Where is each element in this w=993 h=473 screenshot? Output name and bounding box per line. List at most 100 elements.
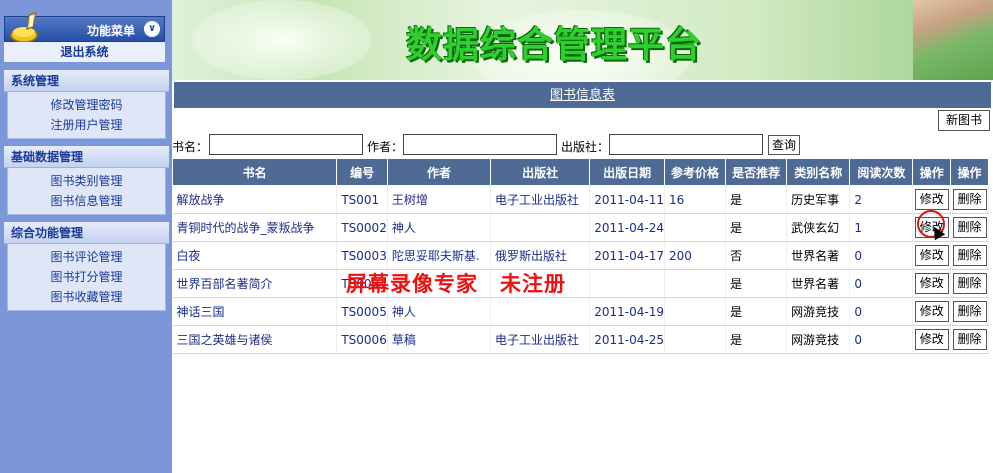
- section-body-functions: 图书评论管理 图书打分管理 图书收藏管理: [7, 244, 166, 311]
- sidebar-item-book-category[interactable]: 图书类别管理: [8, 171, 165, 191]
- search-author-label: 作者：: [367, 140, 404, 154]
- sidebar-item-user-management[interactable]: 注册用户管理: [8, 115, 165, 135]
- new-book-button[interactable]: 新图书: [938, 110, 990, 131]
- cell-reads: 1: [849, 213, 914, 242]
- edit-button[interactable]: 修改: [914, 189, 949, 210]
- banner-decoration: [192, 0, 372, 80]
- edit-button[interactable]: 修改: [914, 329, 949, 350]
- chevron-double-down-icon[interactable]: ∨: [144, 21, 160, 37]
- table-row: 白夜 TS0003 陀思妥耶夫斯基. 俄罗斯出版社 2011-04-17 200 否世界名著…: [172, 241, 989, 270]
- cell-recommended: 是: [725, 269, 788, 298]
- cell-price: [664, 297, 727, 326]
- table-title-bar: 图书信息表: [174, 82, 991, 108]
- col-header-recommended: 是否推荐: [725, 158, 788, 186]
- search-bar: 书名： 作者： 出版社： 查询: [172, 134, 993, 156]
- col-header-id: 编号: [336, 158, 388, 186]
- sidebar: 功能菜单 ∨ 退出系统 系统管理 修改管理密码 注册用户管理 基础数据管理 图书…: [0, 0, 172, 473]
- search-publisher-label: 出版社：: [561, 140, 610, 154]
- delete-button[interactable]: 删除: [952, 217, 987, 238]
- cell-name: 解放战争: [172, 185, 338, 214]
- cell-reads: 0: [849, 325, 914, 354]
- table-body: 解放战争 TS001 王树增 电子工业出版社 2011-04-11 16 是历史军事 2 修改删…: [172, 185, 989, 354]
- edit-button[interactable]: 修改: [914, 273, 949, 294]
- cell-price: 200: [664, 241, 727, 270]
- delete-button[interactable]: 删除: [952, 273, 987, 294]
- site-title: 数据综合管理平台: [406, 24, 703, 66]
- cell-date: 2011-04-17: [589, 241, 666, 270]
- cell-author: 草稿: [387, 325, 492, 354]
- cell-author: 陀思妥耶夫斯基.: [387, 241, 492, 270]
- delete-button-cell: 删除: [950, 325, 989, 354]
- sidebar-item-change-password[interactable]: 修改管理密码: [8, 95, 165, 115]
- table-row: 青铜时代的战争_蒙叛战争 TS0002 神人 2011-04-24 是武侠玄幻 1 修改 删除: [172, 213, 989, 242]
- col-header-category: 类别名称: [786, 158, 851, 186]
- cell-publisher: [490, 297, 591, 326]
- col-header-publisher: 出版社: [490, 158, 591, 186]
- cell-date: [589, 269, 666, 298]
- delete-button[interactable]: 删除: [952, 301, 987, 322]
- cell-name: 世界百部名著简介: [172, 269, 338, 298]
- cell-price: [664, 325, 727, 354]
- col-header-reads: 阅读次数: [849, 158, 914, 186]
- cell-recommended: 是: [725, 297, 788, 326]
- sidebar-item-book-favorites[interactable]: 图书收藏管理: [8, 287, 165, 307]
- cell-category: 武侠玄幻: [786, 213, 851, 242]
- cell-id: TS0005: [336, 297, 388, 326]
- cell-name: 三国之英雄与诸侯: [172, 325, 338, 354]
- search-author-input[interactable]: [403, 134, 557, 155]
- search-publisher-input[interactable]: [609, 134, 763, 155]
- delete-button-cell: 删除: [950, 185, 989, 214]
- cell-name: 青铜时代的战争_蒙叛战争: [172, 213, 338, 242]
- cell-publisher: 俄罗斯出版社: [490, 241, 591, 270]
- delete-button[interactable]: 删除: [952, 329, 987, 350]
- delete-button-cell: 删除: [950, 241, 989, 270]
- watermark-text: 屏幕录像专家 未注册: [346, 271, 566, 296]
- cell-recommended: 是: [725, 213, 788, 242]
- table-header-row: 书名 编号 作者 出版社 出版日期 参考价格 是否推荐 类别名称 阅读次数 操作…: [171, 158, 989, 186]
- banner-photo: [913, 0, 993, 80]
- delete-button[interactable]: 删除: [952, 189, 987, 210]
- sidebar-item-book-comments[interactable]: 图书评论管理: [8, 247, 165, 267]
- cell-date: 2011-04-19: [589, 297, 666, 326]
- col-header-author: 作者: [386, 158, 492, 186]
- menu-logo-icon: [10, 12, 38, 43]
- cell-category: 网游竞技: [786, 325, 851, 354]
- cell-reads: 0: [849, 241, 914, 270]
- cell-category: 世界名著: [786, 241, 851, 270]
- edit-button[interactable]: 修改: [914, 301, 949, 322]
- table-row: 解放战争 TS001 王树增 电子工业出版社 2011-04-11 16 是历史军事 2 修改删…: [172, 185, 989, 214]
- section-functions: 综合功能管理 图书评论管理 图书打分管理 图书收藏管理: [4, 222, 169, 311]
- cell-category: 网游竞技: [786, 297, 851, 326]
- delete-button[interactable]: 删除: [952, 245, 987, 266]
- cell-author: 神人: [387, 297, 492, 326]
- section-body-system: 修改管理密码 注册用户管理: [7, 92, 166, 139]
- menu-header[interactable]: 功能菜单 ∨: [4, 12, 165, 43]
- logout-link[interactable]: 退出系统: [4, 42, 165, 62]
- cell-reads: 2: [849, 185, 914, 214]
- cell-id: TS001: [336, 185, 388, 214]
- edit-button[interactable]: 修改: [914, 245, 949, 266]
- cell-price: [664, 213, 727, 242]
- delete-button-cell: 删除: [950, 213, 989, 242]
- cell-recommended: 是: [725, 185, 788, 214]
- cell-category: 历史军事: [786, 185, 851, 214]
- search-name-input[interactable]: [209, 134, 363, 155]
- col-header-date: 出版日期: [589, 158, 666, 186]
- edit-button-cell: 修改: [912, 325, 952, 354]
- section-body-base-data: 图书类别管理 图书信息管理: [7, 168, 166, 215]
- cell-date: 2011-04-11: [589, 185, 666, 214]
- cell-publisher: 电子工业出版社: [490, 185, 591, 214]
- col-header-price: 参考价格: [664, 158, 727, 186]
- edit-button-cell: 修改: [912, 241, 952, 270]
- sidebar-item-book-ratings[interactable]: 图书打分管理: [8, 267, 165, 287]
- cell-name: 白夜: [172, 241, 338, 270]
- table-row: 世界百部名著简介 TS0004 是世界名著 0 修改 删除: [172, 269, 989, 298]
- sidebar-item-book-info[interactable]: 图书信息管理: [8, 191, 165, 211]
- cell-date: 2011-04-25: [589, 325, 666, 354]
- table-title-link[interactable]: 图书信息表: [550, 88, 615, 103]
- cell-publisher: 电子工业出版社: [490, 325, 591, 354]
- query-button[interactable]: 查询: [768, 135, 801, 155]
- header-banner: 数据综合管理平台: [172, 0, 993, 80]
- cell-publisher: [490, 213, 591, 242]
- col-header-name: 书名: [171, 158, 338, 186]
